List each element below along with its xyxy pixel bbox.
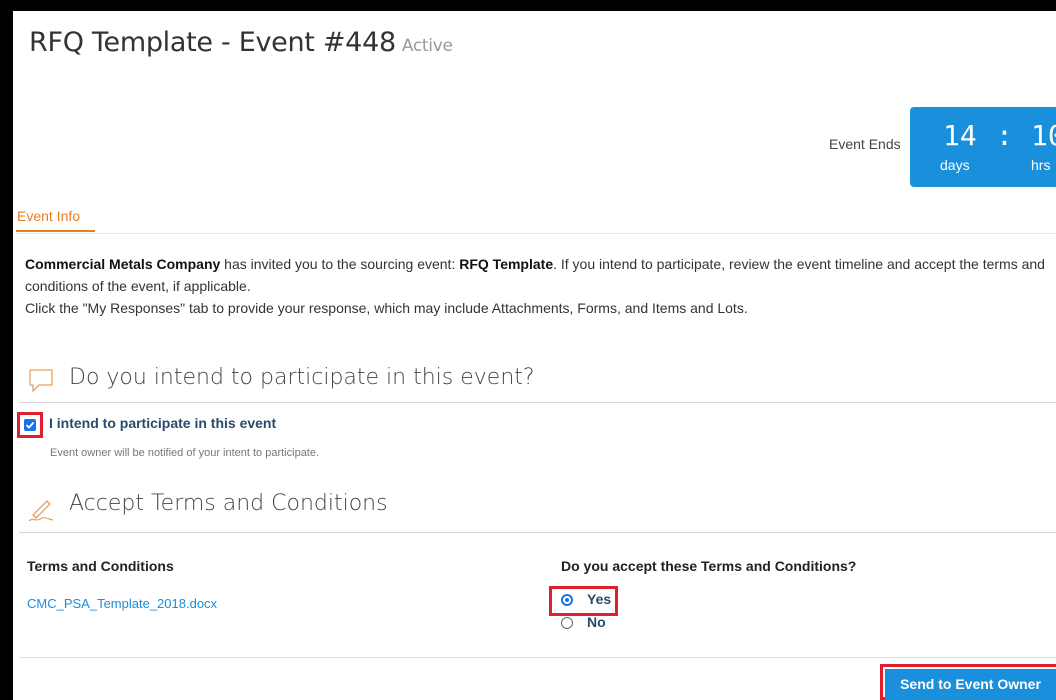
timer-separator: : [996,119,1013,152]
participation-heading: Do you intend to participate in this eve… [69,365,535,390]
timer-days-unit: days [940,157,970,173]
page-title: RFQ Template - Event #448 Active [29,27,453,58]
radio-no-label[interactable]: No [587,614,606,630]
invite-text: has invited you to the sourcing event: [220,256,460,272]
tab-active-indicator [16,230,95,232]
footer-divider [19,657,1056,658]
radio-no[interactable] [561,617,573,629]
event-intro: Commercial Metals Company has invited yo… [25,253,1056,319]
event-name: RFQ Template [459,256,554,272]
invite-paragraph: Commercial Metals Company has invited yo… [25,253,1056,297]
terms-documents-label: Terms and Conditions [27,558,174,574]
participate-label[interactable]: I intend to participate in this event [49,415,276,431]
instructions-paragraph: Click the "My Responses" tab to provide … [25,300,748,316]
terms-question: Do you accept these Terms and Conditions… [561,558,857,574]
event-ends-label: Event Ends [829,136,901,152]
signature-pen-icon [27,495,55,523]
event-page: RFQ Template - Event #448 Active Event En… [13,11,1056,700]
send-to-event-owner-button[interactable]: Send to Event Owner [885,669,1056,700]
company-name: Commercial Metals Company [25,256,221,272]
radio-yes[interactable] [561,594,573,606]
speech-bubble-icon [27,366,55,394]
tabs-divider [16,233,1056,234]
terms-divider [19,532,1056,533]
timer-days-value: 14 [943,119,977,152]
event-status: Active [401,36,453,56]
timer-hours-unit: hrs [1031,157,1051,173]
participate-note: Event owner will be notified of your int… [50,447,320,459]
timer-hours-value: 10 [1031,119,1056,152]
tab-event-info[interactable]: Event Info [17,208,80,224]
countdown-timer: 14 : 10 days hrs [910,107,1056,187]
radio-yes-label[interactable]: Yes [587,591,611,607]
terms-document-link[interactable]: CMC_PSA_Template_2018.docx [27,596,217,611]
participate-checkbox[interactable] [24,419,36,431]
terms-heading: Accept Terms and Conditions [69,491,388,516]
page-title-text: RFQ Template - Event #448 [29,27,396,58]
participation-divider [19,402,1056,403]
